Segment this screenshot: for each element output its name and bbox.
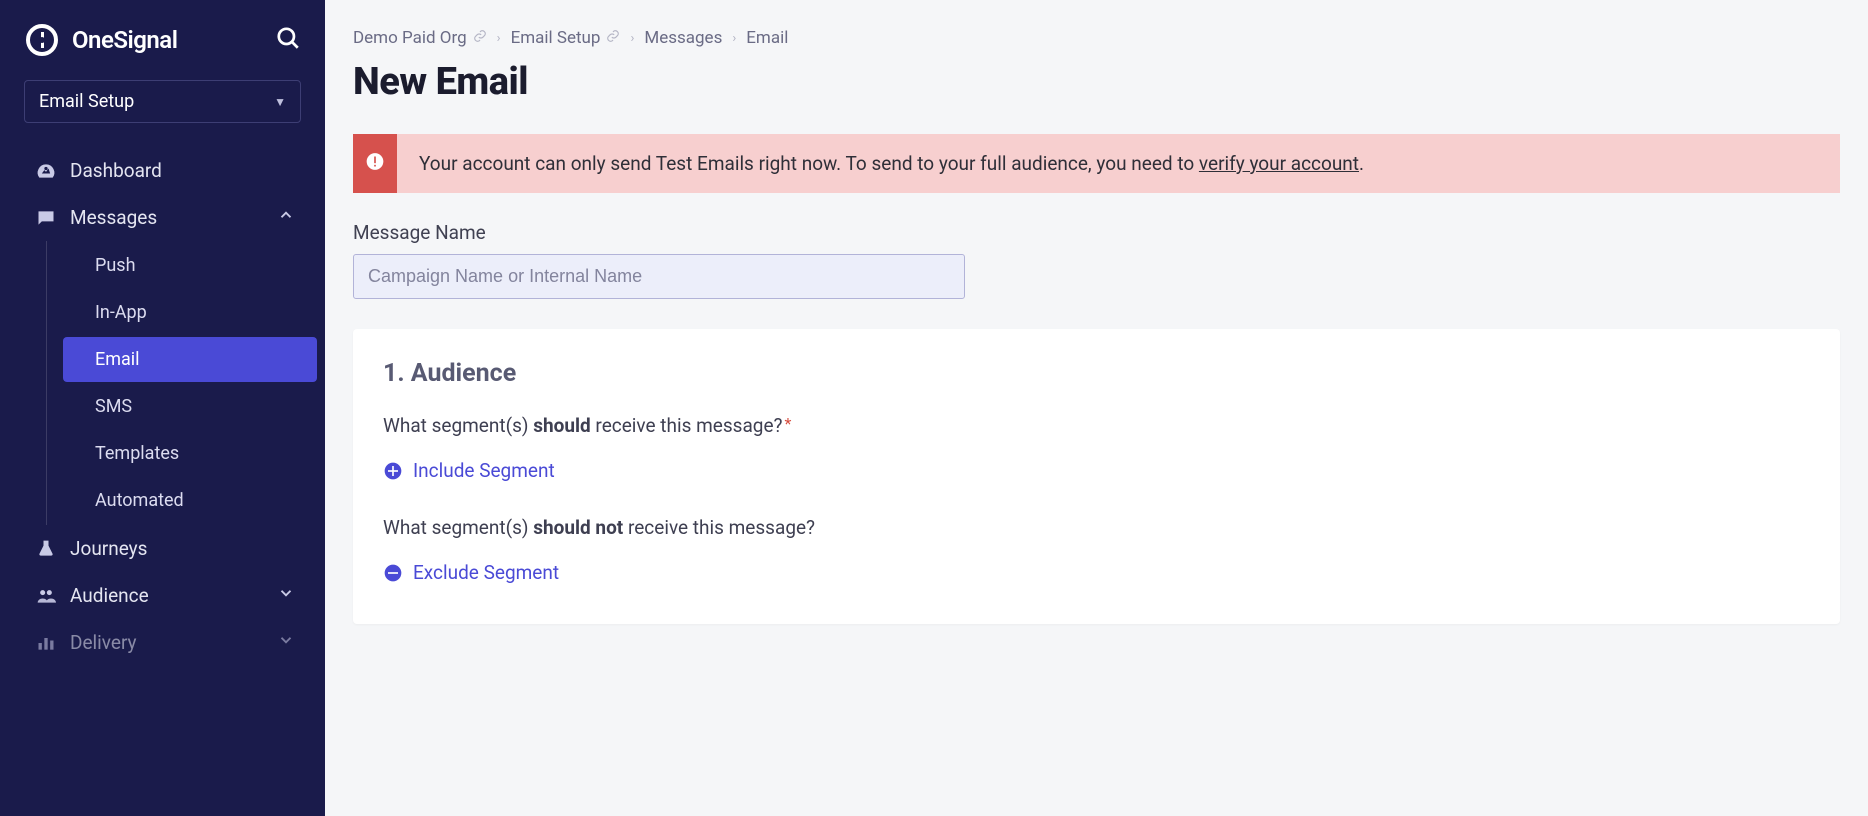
crumb-org-label: Demo Paid Org bbox=[353, 28, 467, 48]
nav-audience[interactable]: Audience bbox=[0, 572, 325, 619]
exclude-q-bold: should not bbox=[533, 516, 623, 539]
gauge-icon bbox=[36, 161, 56, 181]
chevron-down-icon bbox=[277, 584, 295, 607]
primary-nav: Dashboard Messages Push In-App Email SMS… bbox=[0, 147, 325, 666]
nav-dashboard-label: Dashboard bbox=[70, 159, 162, 182]
nav-messages-label: Messages bbox=[70, 206, 157, 229]
nav-messages-sub: Push In-App Email SMS Templates Automate… bbox=[46, 241, 325, 525]
people-icon bbox=[36, 586, 56, 606]
exclude-segment-button[interactable]: Exclude Segment bbox=[383, 561, 1810, 584]
nav-sms[interactable]: SMS bbox=[63, 384, 317, 429]
app-selector[interactable]: Email Setup ▼ bbox=[24, 80, 301, 123]
minus-circle-icon bbox=[383, 563, 403, 583]
onesignal-logo-icon bbox=[24, 22, 60, 58]
main-content: Demo Paid Org › Email Setup › Messages ›… bbox=[325, 0, 1868, 816]
message-name-label: Message Name bbox=[353, 221, 1840, 244]
nav-journeys-label: Journeys bbox=[70, 537, 147, 560]
caret-down-icon: ▼ bbox=[274, 95, 286, 109]
exclude-q-post: receive this message? bbox=[623, 516, 815, 539]
crumb-setup-label: Email Setup bbox=[511, 28, 601, 48]
crumb-email: Email bbox=[746, 28, 788, 48]
required-asterisk: * bbox=[785, 414, 792, 433]
sidebar: OneSignal Email Setup ▼ Dashboard Messag… bbox=[0, 0, 325, 816]
nav-inapp[interactable]: In-App bbox=[63, 290, 317, 335]
chevron-right-icon: › bbox=[497, 31, 501, 46]
brand-name: OneSignal bbox=[72, 26, 177, 54]
alert-icon bbox=[365, 151, 385, 176]
nav-journeys[interactable]: Journeys bbox=[0, 525, 325, 572]
crumb-messages[interactable]: Messages bbox=[644, 28, 722, 48]
include-segment-label: Include Segment bbox=[413, 459, 555, 482]
nav-email[interactable]: Email bbox=[63, 337, 317, 382]
brand[interactable]: OneSignal bbox=[24, 22, 177, 58]
nav-automated[interactable]: Automated bbox=[63, 478, 317, 523]
audience-heading: 1. Audience bbox=[383, 359, 1810, 388]
chevron-up-icon bbox=[277, 206, 295, 229]
chevron-right-icon: › bbox=[732, 31, 736, 46]
plus-circle-icon bbox=[383, 461, 403, 481]
nav-dashboard[interactable]: Dashboard bbox=[0, 147, 325, 194]
include-question: What segment(s) should receive this mess… bbox=[383, 414, 1810, 437]
link-icon bbox=[606, 28, 620, 48]
page-title: New Email bbox=[353, 60, 1840, 104]
include-q-post: receive this message? bbox=[591, 414, 783, 437]
verify-account-link[interactable]: verify your account bbox=[1199, 152, 1359, 175]
alert-text: Your account can only send Test Emails r… bbox=[419, 152, 1199, 175]
chevron-down-icon bbox=[277, 631, 295, 654]
nav-templates[interactable]: Templates bbox=[63, 431, 317, 476]
message-name-input[interactable] bbox=[353, 254, 965, 299]
nav-messages[interactable]: Messages bbox=[0, 194, 325, 241]
exclude-segment-label: Exclude Segment bbox=[413, 561, 559, 584]
include-q-pre: What segment(s) bbox=[383, 414, 533, 437]
crumb-setup[interactable]: Email Setup bbox=[511, 28, 621, 48]
exclude-question: What segment(s) should not receive this … bbox=[383, 516, 1810, 539]
alert-banner: Your account can only send Test Emails r… bbox=[353, 134, 1840, 193]
include-segment-button[interactable]: Include Segment bbox=[383, 459, 1810, 482]
message-name-field: Message Name bbox=[353, 221, 1840, 299]
link-icon bbox=[473, 28, 487, 48]
brand-row: OneSignal bbox=[0, 22, 325, 80]
crumb-org[interactable]: Demo Paid Org bbox=[353, 28, 487, 48]
nav-push[interactable]: Push bbox=[63, 243, 317, 288]
breadcrumb: Demo Paid Org › Email Setup › Messages ›… bbox=[353, 28, 1840, 48]
include-q-bold: should bbox=[533, 414, 591, 437]
flask-icon bbox=[36, 539, 56, 559]
app-selector-label: Email Setup bbox=[39, 91, 134, 112]
nav-delivery[interactable]: Delivery bbox=[0, 619, 325, 666]
chart-icon bbox=[36, 633, 56, 653]
chat-icon bbox=[36, 208, 56, 228]
chevron-right-icon: › bbox=[630, 31, 634, 46]
nav-audience-label: Audience bbox=[70, 584, 149, 607]
nav-delivery-label: Delivery bbox=[70, 631, 137, 654]
exclude-q-pre: What segment(s) bbox=[383, 516, 533, 539]
alert-tail: . bbox=[1359, 152, 1364, 175]
audience-card: 1. Audience What segment(s) should recei… bbox=[353, 329, 1840, 624]
search-icon[interactable] bbox=[275, 25, 301, 55]
